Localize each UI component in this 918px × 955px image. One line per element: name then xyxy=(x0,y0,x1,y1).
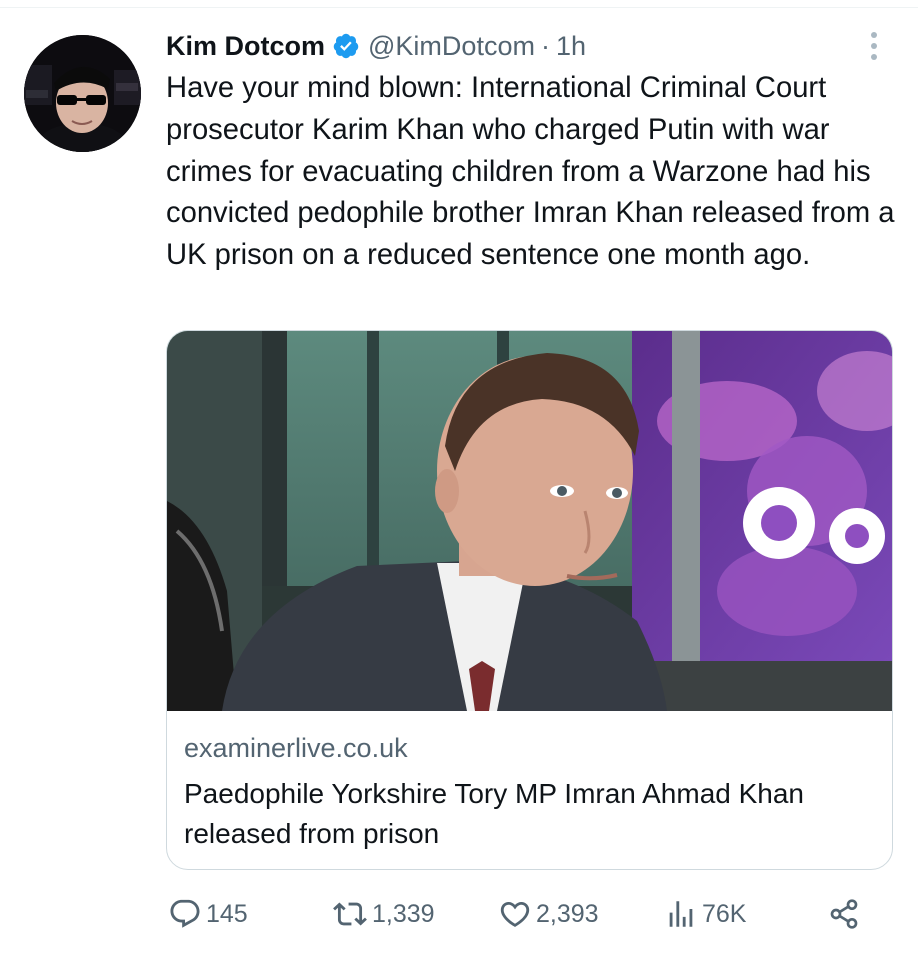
repost-count: 1,339 xyxy=(372,899,435,928)
analytics-icon xyxy=(664,897,698,931)
repost-icon xyxy=(332,897,368,931)
link-card-image[interactable] xyxy=(167,331,892,711)
author-handle[interactable]: @KimDotcom xyxy=(368,31,535,62)
views-button[interactable]: 76K xyxy=(664,890,746,938)
top-divider xyxy=(0,7,918,8)
like-count: 2,393 xyxy=(536,899,599,928)
repost-button[interactable]: 1,339 xyxy=(332,890,435,938)
tweet-timestamp[interactable]: 1h xyxy=(556,31,586,62)
more-vertical-icon[interactable] xyxy=(862,30,886,62)
author-name[interactable]: Kim Dotcom xyxy=(166,31,325,62)
tweet-header: Kim Dotcom @KimDotcom · 1h xyxy=(166,24,586,68)
link-card-domain: examinerlive.co.uk xyxy=(184,733,408,763)
avatar[interactable] xyxy=(24,35,141,152)
avatar-image xyxy=(24,35,141,152)
verified-badge-icon xyxy=(332,32,360,60)
like-button[interactable]: 2,393 xyxy=(498,890,599,938)
link-card-title: Paedophile Yorkshire Tory MP Imran Ahmad… xyxy=(184,778,805,849)
reply-icon xyxy=(168,897,202,931)
header-separator: · xyxy=(540,30,550,61)
heart-icon xyxy=(498,897,532,931)
share-button[interactable] xyxy=(828,890,860,938)
tweet-text: Have your mind blown: International Crim… xyxy=(166,72,895,272)
tweet-actions: 145 1,339 2,393 76K xyxy=(166,890,866,938)
reply-button[interactable]: 145 xyxy=(168,890,248,938)
reply-count: 145 xyxy=(206,899,248,928)
link-card[interactable]: examinerlive.co.uk Paedophile Yorkshire … xyxy=(166,330,893,870)
views-count: 76K xyxy=(702,899,747,928)
share-icon xyxy=(828,897,860,931)
